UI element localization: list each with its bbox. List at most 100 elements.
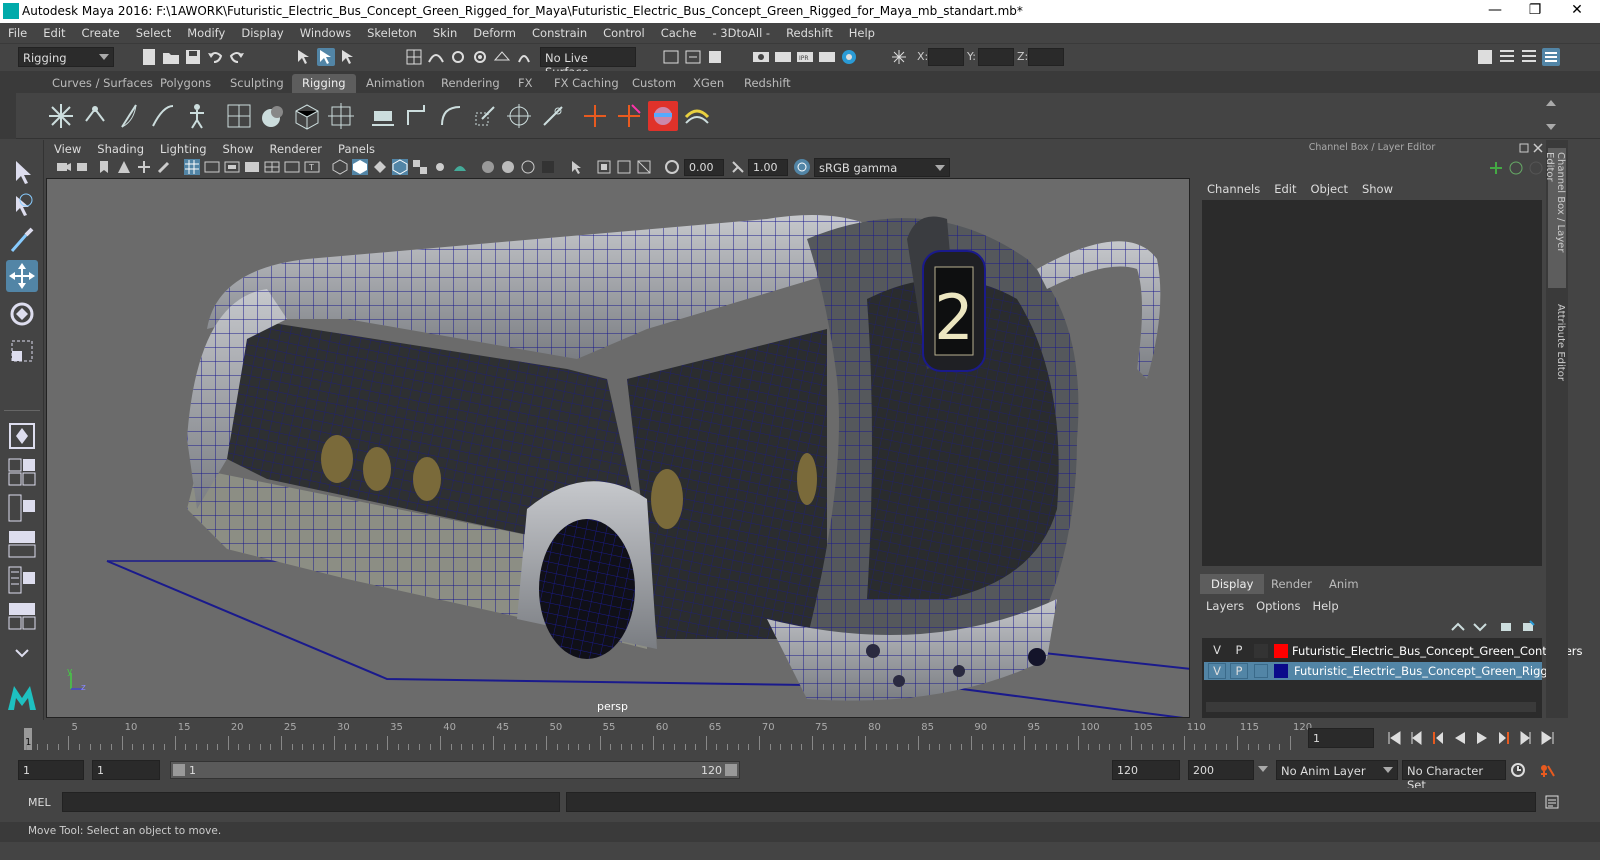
layer-visibility-toggle[interactable]: V	[1208, 663, 1226, 679]
motion-blur-icon[interactable]	[500, 159, 516, 175]
set-driven-key-icon[interactable]	[614, 101, 644, 131]
save-scene-icon[interactable]	[184, 48, 202, 66]
shadows-icon[interactable]	[452, 159, 468, 175]
resolution-gate-icon[interactable]	[224, 159, 240, 175]
exposure-icon[interactable]	[664, 159, 680, 175]
new-layer-icon[interactable]	[1498, 620, 1514, 634]
auto-key-icon[interactable]	[1510, 762, 1526, 778]
step-back-icon[interactable]	[1408, 730, 1424, 746]
grease-pencil-icon[interactable]	[156, 159, 172, 175]
snap-grid-icon[interactable]	[405, 48, 423, 66]
tab-animation[interactable]: Animation	[356, 74, 435, 93]
scale-tool-icon[interactable]	[6, 335, 38, 367]
gamma-field[interactable]: 1.00	[748, 159, 788, 176]
pole-vector-icon[interactable]	[538, 101, 568, 131]
wireframe-icon[interactable]	[332, 159, 348, 175]
tab-custom[interactable]: Custom	[622, 74, 686, 93]
input-lines-icon[interactable]	[662, 48, 680, 66]
persp-graph-layout-icon[interactable]	[6, 528, 38, 560]
bind-skin-icon[interactable]	[224, 101, 254, 131]
exposure-field[interactable]: 0.00	[684, 159, 724, 176]
move-tool-icon[interactable]	[6, 260, 38, 292]
anti-aliasing-icon[interactable]	[520, 159, 536, 175]
camera-select-icon[interactable]	[56, 159, 72, 175]
outliner-layout-icon[interactable]	[6, 600, 38, 632]
tab-polygons[interactable]: Polygons	[150, 74, 221, 93]
tab-sculpting[interactable]: Sculpting	[220, 74, 294, 93]
layer-row-controllers[interactable]: V P Futuristic_Electric_Bus_Concept_Gree…	[1204, 642, 1583, 660]
tab-fx-caching[interactable]: FX Caching	[544, 74, 629, 93]
select-object-icon[interactable]	[317, 48, 335, 66]
xray-components-icon[interactable]	[636, 159, 652, 175]
menu-display[interactable]: Display	[233, 23, 291, 43]
tab-display[interactable]: Display	[1200, 574, 1265, 594]
edit-menu[interactable]: Edit	[1267, 182, 1303, 196]
lasso-tool-icon[interactable]	[6, 190, 38, 222]
use-all-lights-icon[interactable]	[432, 159, 448, 175]
bookmark-icon[interactable]	[96, 159, 112, 175]
x-field[interactable]	[928, 48, 964, 66]
layer-color-swatch[interactable]	[1274, 664, 1288, 678]
viewport-menu-shading[interactable]: Shading	[89, 140, 152, 158]
step-forward-icon[interactable]	[1518, 730, 1534, 746]
layer-list-scrollbar[interactable]	[1206, 702, 1536, 712]
play-backward-icon[interactable]	[1452, 730, 1468, 746]
tab-render[interactable]: Render	[1260, 574, 1323, 594]
layout-menu-icon[interactable]	[6, 636, 38, 668]
paint-select-icon[interactable]	[6, 225, 38, 257]
menu-create[interactable]: Create	[74, 23, 128, 43]
command-language-label[interactable]: MEL	[28, 796, 51, 809]
render-frame-icon[interactable]	[774, 48, 792, 66]
tool-settings-icon[interactable]	[1520, 48, 1538, 66]
paint-weights-icon[interactable]	[258, 101, 288, 131]
viewport-menu-lighting[interactable]: Lighting	[152, 140, 214, 158]
human-ik-icon[interactable]	[182, 101, 212, 131]
lattice-icon[interactable]	[292, 101, 322, 131]
menu-deform[interactable]: Deform	[465, 23, 524, 43]
isolate-select-icon[interactable]	[568, 159, 584, 175]
go-to-start-icon[interactable]	[1386, 730, 1402, 746]
menu-set-dropdown[interactable]: Rigging	[18, 47, 114, 67]
select-component-icon[interactable]	[339, 48, 357, 66]
depth-of-field-icon[interactable]	[540, 159, 556, 175]
wire-deformer-icon[interactable]	[682, 101, 712, 131]
maya-home-icon[interactable]	[6, 680, 38, 712]
tab-curves-surfaces[interactable]: Curves / Surfaces	[42, 74, 163, 93]
transform-lock-icon[interactable]	[890, 48, 908, 66]
channel-box-toggle-icon[interactable]	[1542, 48, 1560, 66]
redo-icon[interactable]	[228, 48, 246, 66]
play-forward-icon[interactable]	[1474, 730, 1490, 746]
options-menu[interactable]: Options	[1250, 599, 1306, 613]
rotate-tool-icon[interactable]	[6, 298, 38, 330]
smooth-shade-icon[interactable]	[352, 159, 368, 175]
layers-menu[interactable]: Layers	[1200, 599, 1250, 613]
end-time-field[interactable]: 200	[1188, 760, 1254, 780]
menu-edit[interactable]: Edit	[35, 23, 73, 43]
hyper-icon[interactable]	[1528, 160, 1544, 176]
object-menu[interactable]: Object	[1304, 182, 1355, 196]
menu-skin[interactable]: Skin	[425, 23, 465, 43]
y-field[interactable]	[978, 48, 1014, 66]
viewport-menu-view[interactable]: View	[46, 140, 89, 158]
ik-spline-icon[interactable]	[114, 101, 144, 131]
animation-preferences-icon[interactable]	[1538, 762, 1556, 778]
layer-row-rigged[interactable]: V P Futuristic_Electric_Bus_Concept_Gree…	[1204, 662, 1562, 680]
scale-constraint-icon[interactable]	[470, 101, 500, 131]
construction-history-icon[interactable]	[706, 48, 724, 66]
camera-attributes-icon[interactable]	[76, 159, 92, 175]
image-plane-icon[interactable]	[116, 159, 132, 175]
menu-file[interactable]: File	[0, 23, 35, 43]
new-layer-selected-icon[interactable]	[1520, 620, 1536, 634]
range-bar[interactable]: 1 120	[170, 761, 740, 779]
snap-curve-icon[interactable]	[427, 48, 445, 66]
use-default-material-icon[interactable]	[372, 159, 388, 175]
move-layer-up-icon[interactable]	[1450, 620, 1466, 634]
select-hierarchy-icon[interactable]	[295, 48, 313, 66]
mirror-joint-icon[interactable]	[148, 101, 178, 131]
xray-icon[interactable]	[596, 159, 612, 175]
step-forward-key-icon[interactable]	[1496, 730, 1512, 746]
chevron-down-icon[interactable]	[1258, 766, 1268, 772]
menu-cache[interactable]: Cache	[653, 23, 705, 43]
color-management-icon[interactable]	[794, 159, 810, 175]
snap-view-icon[interactable]	[471, 48, 489, 66]
